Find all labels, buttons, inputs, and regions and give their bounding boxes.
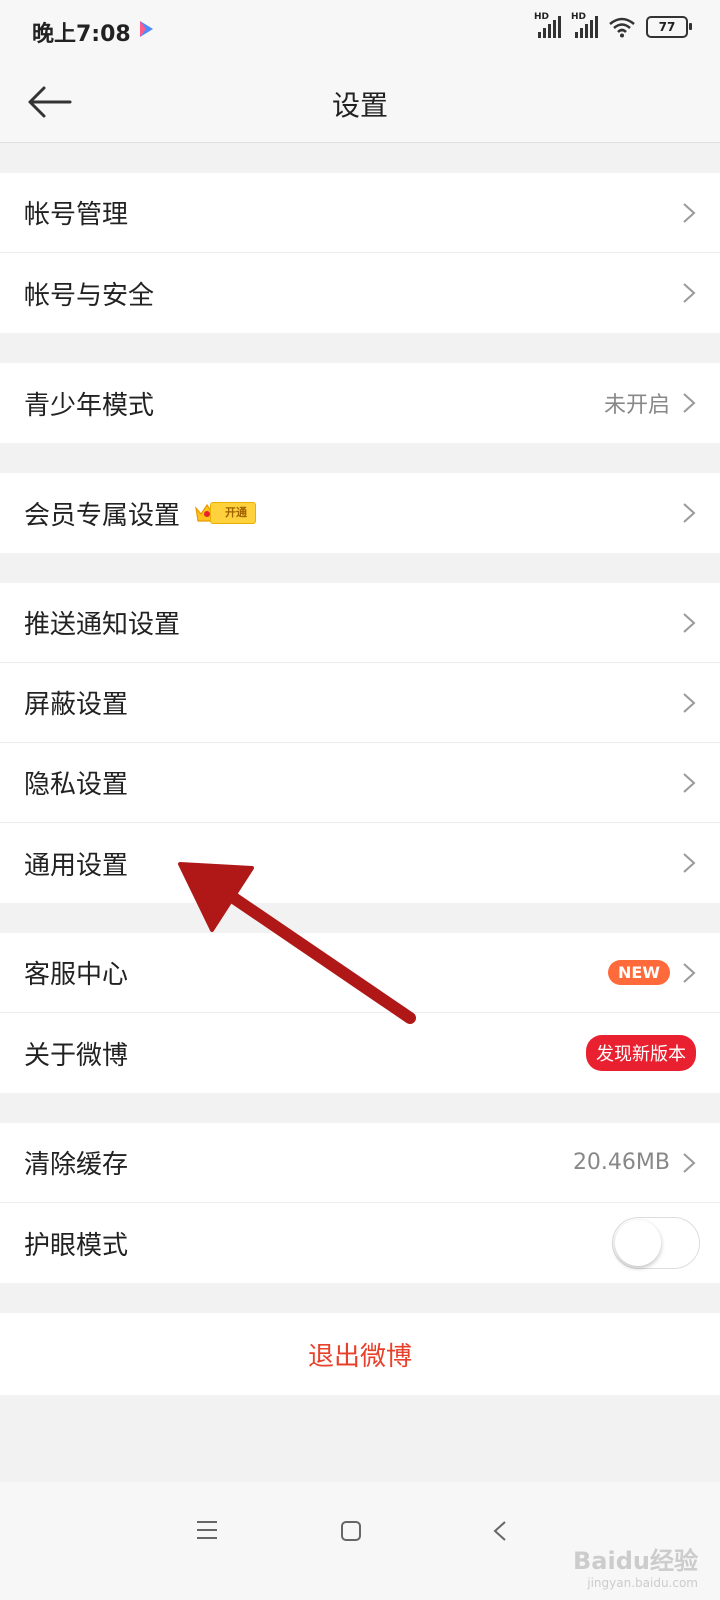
account-group: 帐号管理 帐号与安全: [0, 173, 720, 333]
privacy-settings-row[interactable]: 隐私设置: [0, 743, 720, 823]
wifi-icon: [609, 17, 635, 38]
general-settings-row[interactable]: 通用设置: [0, 823, 720, 903]
service-group: 客服中心 NEW 关于微博 发现新版本: [0, 933, 720, 1093]
block-settings-row[interactable]: 屏蔽设置: [0, 663, 720, 743]
chevron-right-icon: [683, 692, 696, 713]
menu-icon[interactable]: [196, 1520, 218, 1540]
page-title: 设置: [331, 89, 388, 122]
row-label: 客服中心: [24, 960, 129, 990]
vip-settings-row[interactable]: 会员专属设置 开通: [0, 473, 720, 553]
clear-cache-row[interactable]: 清除缓存 20.46MB: [0, 1123, 720, 1203]
battery-icon: 77: [646, 16, 692, 38]
chevron-right-icon: [683, 283, 696, 303]
about-weibo-row[interactable]: 关于微博 发现新版本: [0, 1013, 720, 1093]
chevron-right-icon: [683, 1152, 696, 1173]
vip-group: 会员专属设置 开通: [0, 473, 720, 553]
row-label: 护眼模式: [24, 1230, 129, 1261]
update-badge: 发现新版本: [586, 1035, 696, 1071]
chevron-right-icon: [683, 503, 696, 523]
youth-group: 青少年模式 未开启: [0, 363, 720, 443]
service-center-row[interactable]: 客服中心 NEW: [0, 933, 720, 1013]
status-icons: HD HD 77: [534, 12, 692, 38]
home-square-icon[interactable]: [340, 1520, 362, 1542]
row-label: 隐私设置: [24, 770, 129, 800]
youth-mode-status: 未开启: [603, 393, 670, 418]
row-label: 通用设置: [24, 850, 129, 881]
chevron-right-icon: [683, 772, 696, 793]
cache-size: 20.46MB: [572, 1150, 670, 1175]
chevron-right-icon: [683, 393, 696, 413]
play-icon: [140, 21, 153, 37]
row-label: 屏蔽设置: [24, 690, 129, 720]
notify-group: 推送通知设置 屏蔽设置 隐私设置 通用设置: [0, 583, 720, 903]
row-label: 清除缓存: [24, 1150, 129, 1180]
account-manage-row[interactable]: 帐号管理: [0, 173, 720, 253]
chevron-right-icon: [683, 202, 696, 223]
logout-group: 退出微博: [0, 1313, 720, 1395]
eye-care-toggle[interactable]: [612, 1217, 700, 1269]
logout-button[interactable]: 退出微博: [0, 1313, 720, 1395]
chevron-right-icon: [683, 612, 696, 633]
nav-bar: 设置: [0, 62, 720, 143]
row-label: 青少年模式: [24, 390, 155, 421]
watermark: Baidu经验 jingyan.baidu.com: [573, 1547, 698, 1590]
row-label: 帐号管理: [24, 200, 129, 230]
chevron-right-icon: [683, 962, 696, 983]
signal-icon: HD: [534, 12, 561, 38]
eye-care-row: 护眼模式: [0, 1203, 720, 1283]
chevron-right-icon: [683, 853, 696, 873]
back-chevron-icon[interactable]: [492, 1520, 508, 1542]
signal-icon: HD: [571, 12, 598, 38]
toggle-knob: [615, 1220, 661, 1266]
status-time: 晚上7:08: [32, 22, 131, 47]
status-bar: 晚上7:08 HD HD 77: [0, 0, 720, 62]
row-label: 推送通知设置: [24, 610, 181, 640]
push-settings-row[interactable]: 推送通知设置: [0, 583, 720, 663]
new-badge: NEW: [608, 960, 670, 985]
misc-group: 清除缓存 20.46MB 护眼模式: [0, 1123, 720, 1283]
row-label: 关于微博: [24, 1040, 129, 1071]
vip-badge: 开通: [194, 502, 257, 524]
row-label: 会员专属设置: [24, 500, 181, 531]
account-security-row[interactable]: 帐号与安全: [0, 253, 720, 333]
row-label: 帐号与安全: [24, 280, 155, 311]
system-nav-bar: Baidu经验 jingyan.baidu.com: [0, 1482, 720, 1600]
youth-mode-row[interactable]: 青少年模式 未开启: [0, 363, 720, 443]
